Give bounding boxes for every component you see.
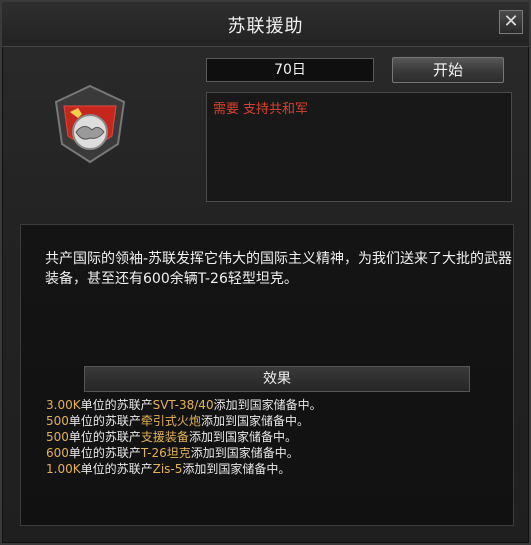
description-text: 共产国际的领袖-苏联发挥它伟大的国际主义精神，为我们送来了大批的武器装备，甚至还… (45, 251, 513, 287)
effect-mid: 单位的苏联产 (68, 446, 141, 460)
effect-tail: 添加到国家储备中。 (190, 446, 299, 460)
effect-row: 500单位的苏联产支援装备添加到国家储备中。 (46, 429, 322, 445)
effect-row: 500单位的苏联产牵引式火炮添加到国家储备中。 (46, 413, 322, 429)
effect-row: 1.00K单位的苏联产Zis-5添加到国家储备中。 (46, 461, 322, 477)
requirements-box: 需要 支持共和军 (206, 92, 512, 202)
effect-tail: 添加到国家储备中。 (182, 462, 291, 476)
effect-mid: 单位的苏联产 (68, 414, 141, 428)
effect-row: 3.00K单位的苏联产SVT-38/40添加到国家储备中。 (46, 397, 322, 413)
effect-mid: 单位的苏联产 (80, 462, 153, 476)
close-icon: ✕ (503, 11, 519, 32)
effects-header: 效果 (84, 366, 470, 392)
soviet-handshake-emblem-icon (54, 84, 126, 164)
effects-list: 3.00K单位的苏联产SVT-38/40添加到国家储备中。 500单位的苏联产牵… (46, 397, 322, 477)
effect-mid: 单位的苏联产 (68, 430, 141, 444)
effect-tail: 添加到国家储备中。 (213, 398, 322, 412)
effect-mid: 单位的苏联产 (80, 398, 153, 412)
effect-amount: 3.00K (46, 398, 81, 412)
start-button[interactable]: 开始 (392, 57, 504, 83)
effect-amount: 600 (46, 446, 69, 460)
effect-amount: 500 (46, 430, 69, 444)
effect-row: 600单位的苏联产T-26坦克添加到国家储备中。 (46, 445, 322, 461)
requirement-value: 支持共和军 (243, 102, 309, 117)
requirement-label: 需要 (213, 102, 240, 117)
effect-tail: 添加到国家储备中。 (200, 414, 309, 428)
effect-item: Zis-5 (152, 462, 183, 476)
effect-item: 支援装备 (140, 430, 189, 444)
effect-tail: 添加到国家储备中。 (188, 430, 297, 444)
effect-amount: 1.00K (46, 462, 81, 476)
effect-amount: 500 (46, 414, 69, 428)
window-title: 苏联援助 (227, 16, 304, 37)
title-bar: 苏联援助 ✕ (2, 2, 529, 47)
soviet-aid-window: 苏联援助 ✕ 70日 开始 需要 支持共和军 共产国际的领袖-苏联发挥它伟大的国际… (0, 0, 531, 545)
duration-display: 70日 (206, 58, 374, 82)
effect-item: T-26坦克 (140, 446, 191, 460)
effect-item: 牵引式火炮 (140, 414, 201, 428)
effect-item: SVT-38/40 (152, 398, 214, 412)
close-button[interactable]: ✕ (499, 10, 523, 34)
